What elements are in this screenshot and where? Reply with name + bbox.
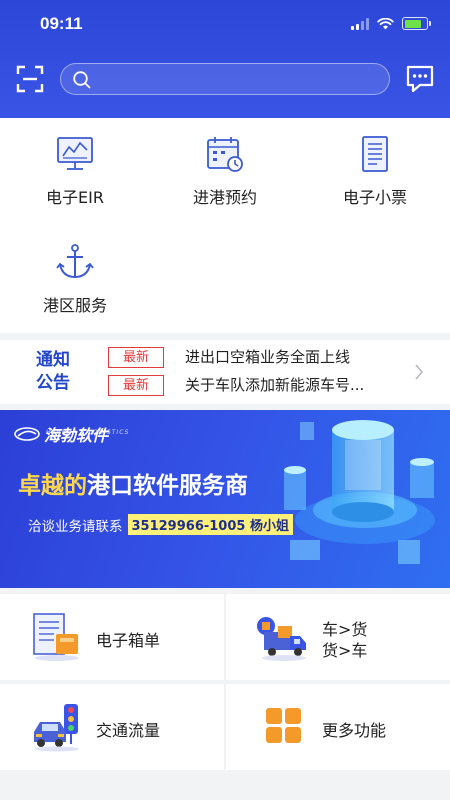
shortcut-label: 进港预约 bbox=[192, 188, 257, 207]
banner-illustration bbox=[284, 420, 435, 564]
contact-phone-number: 35129966-1005 bbox=[131, 519, 246, 534]
tile-more-features[interactable]: 更多功能 bbox=[226, 684, 450, 770]
new-badge: 最新 bbox=[108, 347, 164, 368]
scan-icon[interactable] bbox=[16, 65, 44, 93]
tile-label: 车>货 货>车 bbox=[322, 619, 367, 661]
brand-wave-icon bbox=[14, 427, 40, 441]
grid-more-icon bbox=[266, 708, 301, 743]
notice-text: 进出口空箱业务全面上线 bbox=[185, 348, 351, 366]
notice-title-line2: 公告 bbox=[36, 373, 70, 393]
monitor-chart-icon bbox=[57, 137, 93, 170]
shortcut-port-booking[interactable]: 进港预约 bbox=[150, 118, 300, 218]
status-bar: 09:11 bbox=[0, 14, 450, 36]
shortcut-label: 电子EIR bbox=[46, 188, 104, 207]
search-icon bbox=[73, 71, 91, 89]
message-icon[interactable] bbox=[405, 64, 435, 94]
status-time: 09:11 bbox=[40, 14, 83, 33]
brand-subtitle: HARBOR E-LOGISTICS bbox=[46, 429, 130, 436]
traffic-light-car-icon bbox=[34, 704, 79, 752]
truck-cargo-icon bbox=[257, 617, 306, 661]
contact-name: 杨小姐 bbox=[249, 519, 289, 534]
slogan-highlight: 卓越的 bbox=[18, 473, 87, 499]
feature-tiles: 电子箱单 车>货 货>车 交通流量 更多功能 bbox=[0, 594, 450, 770]
notice-title-line1: 通知 bbox=[36, 350, 70, 370]
signal-icon bbox=[351, 17, 369, 30]
document-box-icon bbox=[33, 613, 79, 661]
promo-banner[interactable]: 海勃软件 HARBOR E-LOGISTICS 卓越的港口软件服务商 洽谈业务请… bbox=[0, 410, 450, 588]
wifi-icon bbox=[377, 17, 394, 29]
notice-item[interactable]: 最新 关于车队添加新能源车号... bbox=[108, 375, 408, 397]
header: 09:11 bbox=[0, 0, 450, 118]
tile-label: 电子箱单 bbox=[96, 631, 161, 650]
contact-phone: 35129966-1005 杨小姐 bbox=[127, 514, 293, 535]
shortcut-grid: 电子EIR 进港预约 电子小票 港区服务 bbox=[0, 118, 450, 333]
search-bar[interactable] bbox=[60, 63, 390, 95]
notice-item[interactable]: 最新 进出口空箱业务全面上线 bbox=[108, 347, 408, 369]
tile-label: 更多功能 bbox=[322, 721, 387, 740]
banner-slogan: 卓越的港口软件服务商 bbox=[18, 466, 248, 500]
status-icons bbox=[351, 17, 431, 30]
shortcut-port-service[interactable]: 港区服务 bbox=[0, 226, 150, 326]
shortcut-e-receipt[interactable]: 电子小票 bbox=[300, 118, 450, 218]
shortcut-label: 港区服务 bbox=[42, 296, 107, 315]
tile-label: 交通流量 bbox=[96, 721, 161, 740]
contact-prefix: 洽谈业务请联系 bbox=[28, 518, 123, 535]
notice-text: 关于车队添加新能源车号... bbox=[185, 376, 365, 394]
calendar-clock-icon bbox=[207, 137, 243, 172]
chevron-right-icon[interactable] bbox=[413, 362, 425, 382]
tile-e-container-list[interactable]: 电子箱单 bbox=[0, 594, 224, 680]
slogan-rest: 港口软件服务商 bbox=[87, 473, 248, 499]
banner-contact: 洽谈业务请联系 35129966-1005 杨小姐 bbox=[28, 514, 293, 535]
battery-icon bbox=[402, 17, 431, 30]
tile-truck-cargo[interactable]: 车>货 货>车 bbox=[226, 594, 450, 680]
new-badge: 最新 bbox=[108, 375, 164, 396]
anchor-icon bbox=[56, 244, 94, 279]
shortcut-eir[interactable]: 电子EIR bbox=[0, 118, 150, 218]
shortcut-label: 电子小票 bbox=[342, 188, 407, 207]
tile-traffic-flow[interactable]: 交通流量 bbox=[0, 684, 224, 770]
receipt-icon bbox=[362, 136, 388, 172]
notice-board[interactable]: 通知 公告 最新 进出口空箱业务全面上线 最新 关于车队添加新能源车号... bbox=[0, 340, 450, 404]
search-input[interactable] bbox=[101, 64, 381, 94]
tile-label-line1: 车>货 bbox=[322, 620, 368, 639]
tile-label-line2: 货>车 bbox=[322, 641, 368, 660]
notice-title: 通知 公告 bbox=[36, 349, 76, 395]
